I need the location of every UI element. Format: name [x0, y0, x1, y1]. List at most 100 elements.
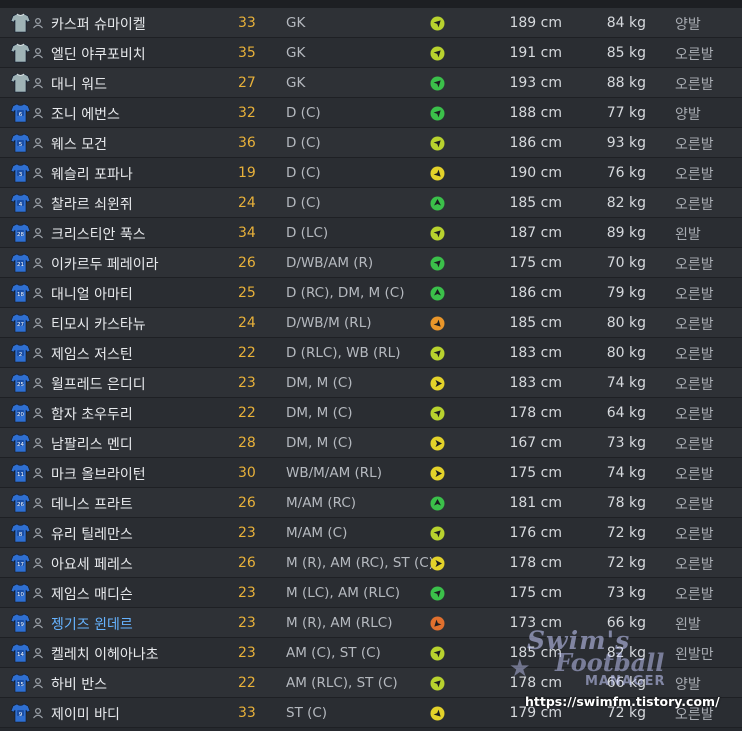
player-name[interactable]: 마크 올브라이턴	[51, 464, 146, 484]
player-name[interactable]: 하비 반스	[51, 674, 107, 694]
person-icon[interactable]	[32, 617, 44, 629]
table-row[interactable]: 8 유리 틸레만스 23 M/AM (C) 176 cm 72 kg 오른발	[0, 518, 742, 548]
player-name[interactable]: 남팔리스 멘디	[51, 434, 133, 454]
person-icon[interactable]	[32, 587, 44, 599]
player-age: 23	[238, 615, 256, 631]
player-name[interactable]: 젱기즈 윈데르	[51, 614, 133, 634]
player-name[interactable]: 제임스 저스틴	[51, 344, 133, 364]
player-position: M (R), AM (RC), ST (C)	[286, 555, 434, 571]
person-icon[interactable]	[32, 17, 44, 29]
shirt-icon: 5	[11, 133, 30, 153]
player-foot: 오른발	[675, 77, 714, 93]
player-position: GK	[286, 75, 306, 91]
person-icon[interactable]	[32, 47, 44, 59]
person-icon[interactable]	[32, 77, 44, 89]
person-icon[interactable]	[32, 497, 44, 509]
player-height: 191 cm	[509, 45, 562, 61]
player-name[interactable]: 웨슬리 포파나	[51, 164, 133, 184]
table-row[interactable]: 5 웨스 모건 36 D (C) 186 cm 93 kg 오른발	[0, 128, 742, 158]
player-name[interactable]: 제이미 바디	[51, 704, 120, 724]
table-row[interactable]: 4 찰라르 쇠윈쥐 24 D (C) 185 cm 82 kg 오른발	[0, 188, 742, 218]
shirt-number: 28	[17, 232, 24, 238]
player-name[interactable]: 웨스 모건	[51, 134, 107, 154]
table-row[interactable]: 2 제임스 저스틴 22 D (RLC), WB (RL) 183 cm 80 kg 오른발	[0, 338, 742, 368]
person-icon[interactable]	[32, 287, 44, 299]
table-row[interactable]: 10 제임스 매디슨 23 M (LC), AM (RLC) 175 cm 73 kg 오른…	[0, 578, 742, 608]
person-icon[interactable]	[32, 257, 44, 269]
table-row[interactable]: 17 아요세 페레스 26 M (R), AM (RC), ST (C) 178 cm 7…	[0, 548, 742, 578]
person-icon[interactable]	[32, 107, 44, 119]
person-icon[interactable]	[32, 377, 44, 389]
shirt-number: 21	[17, 262, 24, 268]
table-row[interactable]: 엘딘 야쿠포비치 35 GK 191 cm 85 kg 오른발	[0, 38, 742, 68]
table-row[interactable]: 9 제이미 바디 33 ST (C) 179 cm 72 kg 오른발	[0, 698, 742, 728]
player-name[interactable]: 데니스 프라트	[51, 494, 133, 514]
table-row[interactable]: 21 이카르두 페레이라 26 D/WB/AM (R) 175 cm 70 kg 오른발	[0, 248, 742, 278]
person-icon[interactable]	[32, 317, 44, 329]
player-height: 181 cm	[509, 495, 562, 511]
player-name[interactable]: 찰라르 쇠윈쥐	[51, 194, 133, 214]
player-age: 22	[238, 675, 256, 691]
person-icon[interactable]	[32, 527, 44, 539]
person-icon[interactable]	[32, 197, 44, 209]
player-name[interactable]: 제임스 매디슨	[51, 584, 133, 604]
player-height: 178 cm	[509, 675, 562, 691]
player-name[interactable]: 대니얼 아마티	[51, 284, 133, 304]
table-row[interactable]: 카스퍼 슈마이켈 33 GK 189 cm 84 kg 양발	[0, 8, 742, 38]
player-foot: 오른발	[675, 197, 714, 213]
table-row[interactable]: 11 마크 올브라이턴 30 WB/M/AM (RL) 175 cm 74 kg 오른발	[0, 458, 742, 488]
player-name[interactable]: 대니 워드	[51, 74, 107, 94]
player-weight: 74 kg	[606, 465, 646, 481]
table-row[interactable]: 3 웨슬리 포파나 19 D (C) 190 cm 76 kg 오른발	[0, 158, 742, 188]
player-age: 24	[238, 195, 256, 211]
player-name[interactable]: 유리 틸레만스	[51, 524, 133, 544]
table-row[interactable]: 15 하비 반스 22 AM (RLC), ST (C) 178 cm 66 kg 양발	[0, 668, 742, 698]
player-name[interactable]: 이카르두 페레이라	[51, 254, 159, 274]
table-row[interactable]: 6 조니 에번스 32 D (C) 188 cm 77 kg 양발	[0, 98, 742, 128]
player-name[interactable]: 아요세 페레스	[51, 554, 133, 574]
person-icon[interactable]	[32, 557, 44, 569]
person-icon[interactable]	[32, 347, 44, 359]
person-icon[interactable]	[32, 137, 44, 149]
player-height: 187 cm	[509, 225, 562, 241]
player-name[interactable]: 켈레치 이헤아나초	[51, 644, 159, 664]
person-icon[interactable]	[32, 677, 44, 689]
player-name[interactable]: 엘딘 야쿠포비치	[51, 44, 146, 64]
player-name[interactable]: 티모시 카스타뉴	[51, 314, 146, 334]
shirt-icon: 25	[11, 373, 30, 393]
table-row[interactable]: 19 젱기즈 윈데르 23 M (R), AM (RLC) 173 cm 66 kg 왼발	[0, 608, 742, 638]
trend-arrow-icon	[430, 196, 445, 211]
player-name[interactable]: 카스퍼 슈마이켈	[51, 14, 146, 34]
player-foot: 오른발	[675, 167, 714, 183]
person-icon[interactable]	[32, 707, 44, 719]
player-name[interactable]: 크리스티안 푹스	[51, 224, 146, 244]
table-row[interactable]: 27 티모시 카스타뉴 24 D/WB/M (RL) 185 cm 80 kg 오른발	[0, 308, 742, 338]
player-position: AM (C), ST (C)	[286, 645, 381, 661]
player-name[interactable]: 윌프레드 은디디	[51, 374, 146, 394]
player-age: 23	[238, 585, 256, 601]
person-icon[interactable]	[32, 647, 44, 659]
person-icon[interactable]	[32, 167, 44, 179]
player-position: AM (RLC), ST (C)	[286, 675, 398, 691]
table-row[interactable]: 18 대니얼 아마티 25 D (RC), DM, M (C) 186 cm 79 kg 오…	[0, 278, 742, 308]
player-weight: 66 kg	[606, 675, 646, 691]
person-icon[interactable]	[32, 437, 44, 449]
shirt-icon: 17	[11, 553, 30, 573]
person-icon[interactable]	[32, 227, 44, 239]
player-foot: 오른발	[675, 557, 714, 573]
table-row[interactable]: 24 남팔리스 멘디 28 DM, M (C) 167 cm 73 kg 오른발	[0, 428, 742, 458]
person-icon[interactable]	[32, 467, 44, 479]
player-name[interactable]: 조니 에번스	[51, 104, 120, 124]
table-row[interactable]: 20 함자 초우두리 22 DM, M (C) 178 cm 64 kg 오른발	[0, 398, 742, 428]
person-icon[interactable]	[32, 407, 44, 419]
table-row[interactable]: 28 크리스티안 푹스 34 D (LC) 187 cm 89 kg 왼발	[0, 218, 742, 248]
player-age: 25	[238, 285, 256, 301]
player-position: M/AM (C)	[286, 525, 348, 541]
table-row[interactable]: 14 켈레치 이헤아나초 23 AM (C), ST (C) 185 cm 82 kg 왼발…	[0, 638, 742, 668]
player-name[interactable]: 함자 초우두리	[51, 404, 133, 424]
table-row[interactable]: 대니 워드 27 GK 193 cm 88 kg 오른발	[0, 68, 742, 98]
table-row[interactable]: 26 데니스 프라트 26 M/AM (RC) 181 cm 78 kg 오른발	[0, 488, 742, 518]
table-row[interactable]: 25 윌프레드 은디디 23 DM, M (C) 183 cm 74 kg 오른발	[0, 368, 742, 398]
player-age: 23	[238, 525, 256, 541]
trend-arrow-icon	[430, 46, 445, 61]
